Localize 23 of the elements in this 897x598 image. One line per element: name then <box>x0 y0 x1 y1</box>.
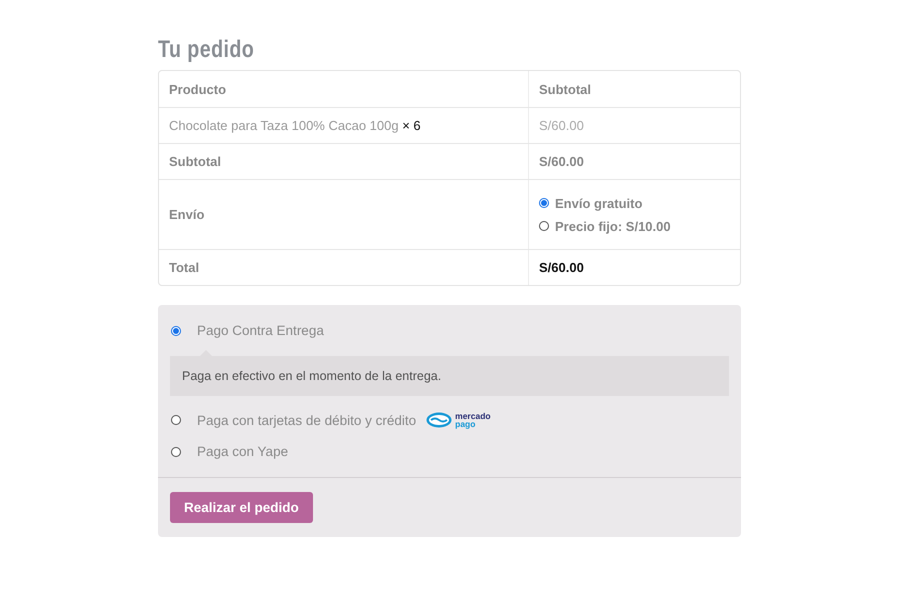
column-header: Subtotal <box>539 82 592 96</box>
row-label: Total <box>169 260 200 275</box>
row-label: Envío <box>169 207 206 222</box>
row-label: Subtotal <box>169 154 222 169</box>
total-value: S/60.00 <box>539 260 585 275</box>
payment-logo: mercado pago <box>426 412 491 428</box>
product-name: Chocolate para Taza 100% Cacao 100g × 6 <box>169 118 422 133</box>
payment-description: Paga en efectivo en el momento de la entrega. <box>170 356 729 396</box>
shipping-option[interactable]: Envío gratuito <box>555 196 642 210</box>
payment-method[interactable]: Paga con tarjetas de débito y crédito <box>197 412 416 428</box>
table-cell-text: S/60.00 <box>539 154 585 169</box>
radio-button[interactable] <box>539 198 549 208</box>
payment-method[interactable]: Pago Contra Entrega <box>197 323 324 338</box>
payment-method[interactable]: Paga con Yape <box>197 444 288 459</box>
table-cell-text: S/60.00 <box>539 118 585 133</box>
section-title: Tu pedido <box>158 36 256 64</box>
radio-button[interactable] <box>171 326 181 336</box>
place-order-button[interactable]: Realizar el pedido <box>170 492 313 523</box>
radio-button[interactable] <box>171 415 181 425</box>
radio-button[interactable] <box>171 446 181 456</box>
column-header: Producto <box>169 82 228 96</box>
shipping-option[interactable]: Precio fijo: S/10.00 <box>555 218 671 234</box>
radio-button[interactable] <box>539 221 549 231</box>
